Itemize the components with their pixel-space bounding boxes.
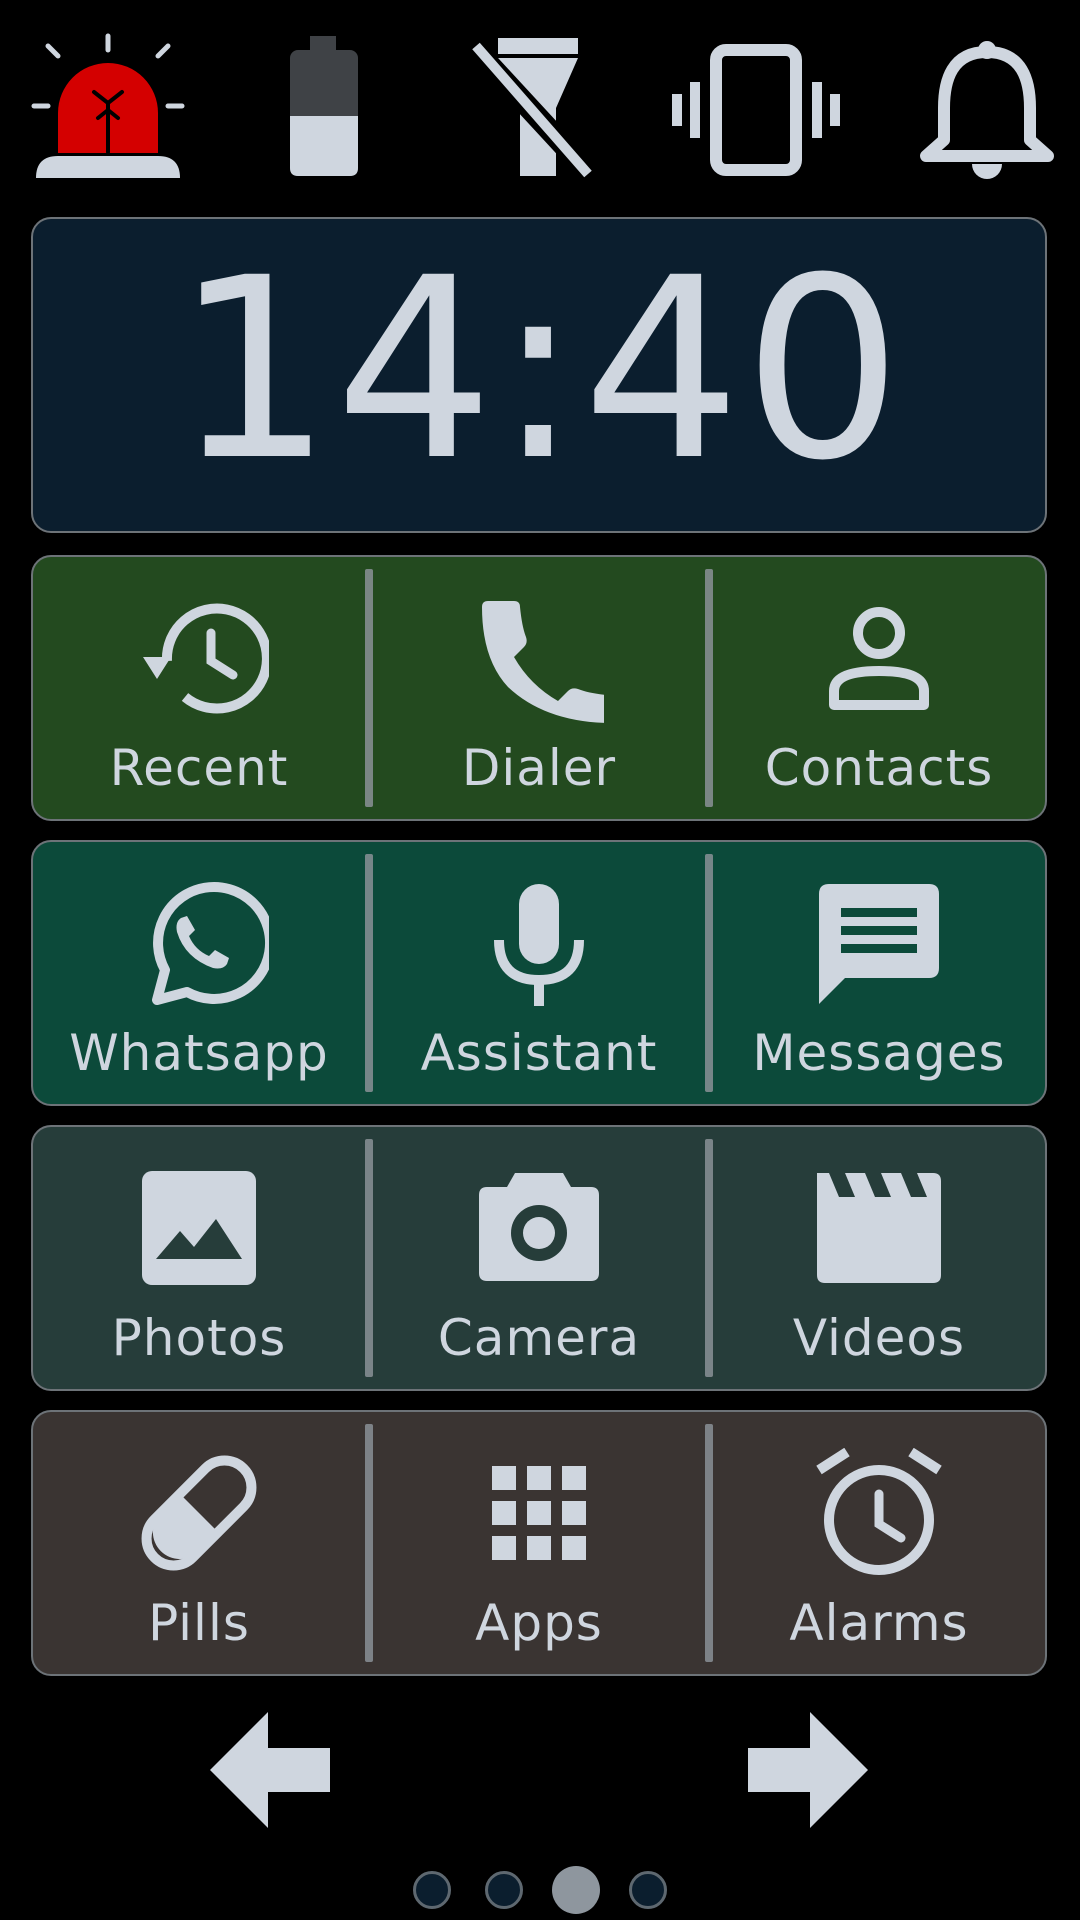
contacts-button[interactable]: Contacts [713,557,1045,819]
row-media: Photos Camera Videos [31,1125,1047,1391]
divider [365,1139,373,1377]
page-indicator [0,1866,1080,1916]
camera-label: Camera [437,1309,641,1367]
alarm-clock-icon [809,1448,949,1578]
apps-label: Apps [475,1594,603,1652]
message-icon [809,878,949,1008]
clock-panel[interactable]: 14:40 [31,217,1047,533]
image-icon [134,1163,264,1293]
page-dot[interactable] [485,1871,523,1909]
divider [705,1139,713,1377]
assistant-label: Assistant [420,1024,658,1082]
clapperboard-icon [809,1163,949,1293]
divider [705,1424,713,1662]
divider [365,569,373,807]
previous-page-arrow-icon[interactable] [210,1710,330,1830]
row-communication: Recent Dialer Contacts [31,555,1047,821]
camera-icon [469,1163,609,1293]
messages-label: Messages [752,1024,1006,1082]
whatsapp-icon [129,878,269,1008]
grid-icon [474,1448,604,1578]
flashlight-off-icon[interactable] [468,28,598,188]
recent-label: Recent [109,739,289,797]
videos-button[interactable]: Videos [713,1127,1045,1389]
microphone-icon [474,878,604,1008]
dialer-button[interactable]: Dialer [373,557,705,819]
recent-button[interactable]: Recent [33,557,365,819]
page-dot[interactable] [413,1871,451,1909]
page-dot[interactable] [629,1871,667,1909]
alarms-button[interactable]: Alarms [713,1412,1045,1674]
row-messaging: Whatsapp Assistant Messages [31,840,1047,1106]
whatsapp-label: Whatsapp [69,1024,329,1082]
battery-icon [282,28,362,188]
divider [365,1424,373,1662]
divider [705,569,713,807]
photos-button[interactable]: Photos [33,1127,365,1389]
apps-button[interactable]: Apps [373,1412,705,1674]
dialer-label: Dialer [461,739,617,797]
messages-button[interactable]: Messages [713,842,1045,1104]
page-dot-active[interactable] [552,1866,600,1914]
assistant-button[interactable]: Assistant [373,842,705,1104]
person-icon [814,593,944,723]
history-icon [129,593,269,723]
divider [365,854,373,1092]
alarms-label: Alarms [789,1594,969,1652]
row-tools: Pills Apps Alarms [31,1410,1047,1676]
bell-icon[interactable] [912,28,1062,188]
contacts-label: Contacts [764,739,994,797]
pills-label: Pills [148,1594,250,1652]
emergency-siren-icon[interactable] [28,28,188,188]
whatsapp-button[interactable]: Whatsapp [33,842,365,1104]
clock-time: 14:40 [173,224,905,515]
videos-label: Videos [792,1309,966,1367]
status-bar [0,0,1080,200]
photos-label: Photos [111,1309,287,1367]
next-page-arrow-icon[interactable] [748,1710,868,1830]
phone-icon [474,593,604,723]
pills-button[interactable]: Pills [33,1412,365,1674]
pill-icon [134,1448,264,1578]
camera-button[interactable]: Camera [373,1127,705,1389]
vibrate-icon[interactable] [670,28,842,188]
divider [705,854,713,1092]
